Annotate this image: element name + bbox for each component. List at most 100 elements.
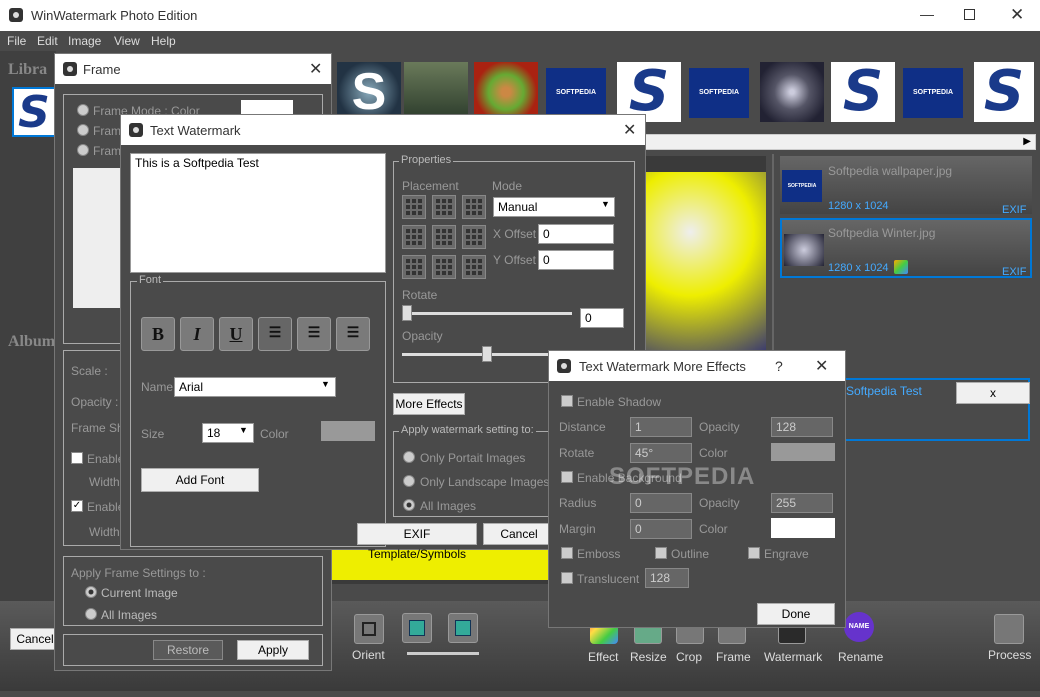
all-images-radio[interactable] <box>85 608 97 620</box>
thumb-softpedia-2[interactable]: SOFTPEDIA <box>689 68 749 118</box>
placement-center[interactable] <box>432 225 456 249</box>
background-color-swatch[interactable] <box>771 518 835 538</box>
thumb-s-galaxy[interactable]: S <box>337 62 401 122</box>
current-image-radio[interactable] <box>85 586 97 598</box>
font-name-select[interactable]: Arial <box>174 377 336 397</box>
all-images-radio[interactable] <box>403 499 415 511</box>
scroll-right-icon[interactable]: ▶ <box>1023 136 1031 147</box>
placement-top-right[interactable] <box>462 195 486 219</box>
rotate-slider-track[interactable] <box>402 312 572 315</box>
restore-button[interactable]: Restore <box>153 640 223 660</box>
watermark-list-item[interactable]: Softpedia Test x <box>840 378 1030 441</box>
enable-background-checkbox[interactable] <box>561 471 573 483</box>
thumb-s-logo-3[interactable]: S <box>974 62 1034 122</box>
enable-shadow-checkbox[interactable] <box>561 395 573 407</box>
placement-bottom-left[interactable] <box>402 255 426 279</box>
opacity-slider-thumb[interactable] <box>482 346 492 362</box>
font-name-dropdown-icon[interactable]: ▼ <box>321 379 330 389</box>
exif-template-button[interactable]: EXIF Template/Symbols <box>357 523 477 561</box>
portrait-radio[interactable] <box>403 451 415 463</box>
file-item[interactable]: SOFTPEDIA Softpedia wallpaper.jpg 1280 x… <box>780 156 1032 216</box>
frame-radio-3[interactable] <box>77 144 89 156</box>
align-center-icon[interactable]: ☰ <box>297 317 331 351</box>
thumb-forest[interactable] <box>404 62 468 122</box>
bold-button[interactable]: B <box>141 317 175 351</box>
frame-mode-radio[interactable] <box>77 104 89 116</box>
file-item[interactable]: Softpedia Winter.jpg 1280 x 1024 EXIF <box>780 218 1032 278</box>
placement-top-left[interactable] <box>402 195 426 219</box>
remove-watermark-button[interactable]: x <box>956 382 1030 404</box>
process-label: Process <box>988 648 1032 662</box>
add-font-button[interactable]: Add Font <box>141 468 259 492</box>
background-opacity-label: Opacity <box>699 496 740 510</box>
italic-button[interactable]: I <box>180 317 214 351</box>
font-size-dropdown-icon[interactable]: ▼ <box>239 425 248 435</box>
more-effects-close-icon[interactable]: ✕ <box>815 356 828 376</box>
emboss-label: Emboss <box>577 547 621 561</box>
watermark-text-input[interactable]: This is a Softpedia Test <box>130 153 386 273</box>
shadow-rotate-input[interactable]: 45° <box>630 443 692 463</box>
opacity-slider-track[interactable] <box>402 353 552 356</box>
flip-vertical-icon[interactable] <box>448 613 478 643</box>
process-icon <box>994 614 1024 644</box>
radius-input[interactable]: 0 <box>630 493 692 513</box>
underline-button[interactable]: U <box>219 317 253 351</box>
placement-bottom-right[interactable] <box>462 255 486 279</box>
frame-apply-button[interactable]: Apply <box>237 640 309 660</box>
text-watermark-close-icon[interactable]: ✕ <box>623 120 636 140</box>
align-right-icon[interactable]: ☰ <box>336 317 370 351</box>
main-cancel-button[interactable]: Cancel <box>10 628 60 650</box>
close-icon[interactable]: ✕ <box>1010 5 1024 25</box>
margin-input[interactable]: 0 <box>630 519 692 539</box>
shadow-opacity-input[interactable]: 128 <box>771 417 833 437</box>
background-opacity-input[interactable]: 255 <box>771 493 833 513</box>
frame-radio-2[interactable] <box>77 124 89 136</box>
distance-input[interactable]: 1 <box>630 417 692 437</box>
rotate-slider-thumb[interactable] <box>402 305 412 321</box>
emboss-checkbox[interactable] <box>561 547 573 559</box>
minimize-icon[interactable]: — <box>920 6 934 22</box>
menu-image[interactable]: Image <box>68 34 101 48</box>
shadow-color-swatch[interactable] <box>771 443 835 461</box>
translucent-input[interactable]: 128 <box>645 568 689 588</box>
thumb-s-logo-2[interactable]: S <box>831 62 895 122</box>
mode-select[interactable]: Manual <box>493 197 615 217</box>
enable-checkbox-2[interactable]: ✓ <box>71 500 83 512</box>
process-tool[interactable]: Process <box>986 612 1034 666</box>
library-thumb[interactable]: S <box>12 87 56 137</box>
menu-file[interactable]: File <box>7 34 26 48</box>
engrave-checkbox[interactable] <box>748 547 760 559</box>
thumb-s-logo-1[interactable]: S <box>617 62 681 122</box>
menu-help[interactable]: Help <box>151 34 176 48</box>
placement-top-center[interactable] <box>432 195 456 219</box>
maximize-icon[interactable] <box>964 9 975 20</box>
more-effects-button[interactable]: More Effects <box>393 393 465 415</box>
translucent-checkbox[interactable] <box>561 572 573 584</box>
orient-tool[interactable]: Orient <box>350 612 390 666</box>
done-button[interactable]: Done <box>757 603 835 625</box>
help-icon[interactable]: ? <box>775 358 783 374</box>
text-watermark-cancel-button[interactable]: Cancel <box>483 523 555 545</box>
thumb-scrollbar[interactable]: ▶ <box>640 134 1036 150</box>
font-color-swatch[interactable] <box>321 421 375 441</box>
menu-edit[interactable]: Edit <box>37 34 58 48</box>
landscape-radio[interactable] <box>403 475 415 487</box>
placement-mid-right[interactable] <box>462 225 486 249</box>
thumb-softpedia-3[interactable]: SOFTPEDIA <box>903 68 963 118</box>
mode-dropdown-icon[interactable]: ▼ <box>601 199 610 209</box>
width-label-1: Width <box>89 475 120 489</box>
align-left-icon[interactable]: ☰ <box>258 317 292 351</box>
thumb-winter[interactable] <box>760 62 824 122</box>
x-offset-input[interactable]: 0 <box>538 224 614 244</box>
placement-mid-left[interactable] <box>402 225 426 249</box>
flip-horizontal-icon[interactable] <box>402 613 432 643</box>
thumb-autumn[interactable] <box>474 62 538 122</box>
thumb-softpedia-1[interactable]: SOFTPEDIA <box>546 68 606 118</box>
outline-checkbox[interactable] <box>655 547 667 559</box>
placement-bottom-center[interactable] <box>432 255 456 279</box>
frame-close-icon[interactable]: ✕ <box>309 59 322 79</box>
y-offset-input[interactable]: 0 <box>538 250 614 270</box>
menu-view[interactable]: View <box>114 34 140 48</box>
enable-checkbox-1[interactable] <box>71 452 83 464</box>
rotate-input[interactable]: 0 <box>580 308 624 328</box>
